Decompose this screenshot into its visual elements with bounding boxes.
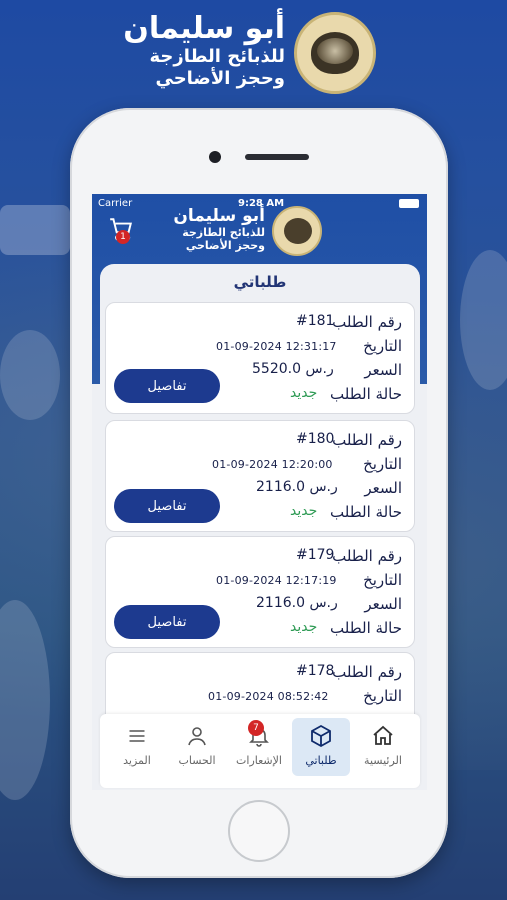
date-label: التاريخ <box>363 337 402 355</box>
app-title-line2: للذبائح الطازجة <box>182 226 265 239</box>
page-title: طلباتي <box>233 273 287 291</box>
tab-orders-label: طلباتي <box>305 754 337 767</box>
date-label: التاريخ <box>363 455 402 473</box>
order-number: #178 <box>296 663 335 679</box>
order-status: جديد <box>290 503 318 519</box>
cart-button[interactable]: 1 <box>108 216 134 244</box>
order-status: جديد <box>290 619 318 635</box>
cart-badge: 1 <box>116 230 130 244</box>
order-number: #181 <box>296 313 335 329</box>
app-title: أبو سليمان للذبائح الطازجة وحجز الأضاحي <box>173 206 265 252</box>
tab-home[interactable]: الرئيسية <box>354 718 412 776</box>
brand-title: أبو سليمان للذبائح الطازجة وحجز الأضاحي <box>123 14 285 88</box>
brand-title-line1: أبو سليمان <box>123 11 285 46</box>
tab-more[interactable]: المزيد <box>108 718 166 776</box>
tab-more-label: المزيد <box>123 754 151 767</box>
order-card[interactable]: رقم الطلب #178 التاريخ 01-09-2024 08:52:… <box>105 652 415 714</box>
price-label: السعر <box>364 595 402 613</box>
order-price: 2116.0 ر.س <box>256 479 338 495</box>
brand-logo <box>294 12 376 94</box>
brand-title-line2: للذبائح الطازجة <box>149 46 286 67</box>
date-label: التاريخ <box>363 571 402 589</box>
status-label: حالة الطلب <box>330 503 402 521</box>
app-title-line1: أبو سليمان <box>173 206 265 226</box>
menu-icon <box>125 724 149 748</box>
background-sheep <box>0 330 60 420</box>
home-icon <box>371 724 395 748</box>
order-number-label: رقم الطلب <box>332 313 402 331</box>
details-button[interactable]: تفاصيل <box>114 369 220 403</box>
order-status: جديد <box>290 385 318 401</box>
tab-notifications-label: الإشعارات <box>236 754 282 767</box>
details-button[interactable]: تفاصيل <box>114 489 220 523</box>
details-button[interactable]: تفاصيل <box>114 605 220 639</box>
order-number: #179 <box>296 547 335 563</box>
order-number-label: رقم الطلب <box>332 663 402 681</box>
order-price: 5520.0 ر.س <box>252 361 334 377</box>
order-number-label: رقم الطلب <box>332 431 402 449</box>
bottom-tabbar: الرئيسية طلباتي 7 الإشعارات الحساب المزي… <box>100 714 420 788</box>
tab-account[interactable]: الحساب <box>168 718 226 776</box>
tab-home-label: الرئيسية <box>364 754 402 767</box>
battery-icon <box>399 199 419 208</box>
home-button[interactable] <box>228 800 290 862</box>
earpiece-speaker <box>245 154 309 160</box>
order-date: 01-09-2024 08:52:42 <box>208 690 329 703</box>
order-number: #180 <box>296 431 335 447</box>
box-icon <box>309 724 333 748</box>
brand-title-line3: وحجز الأضاحي <box>155 68 285 89</box>
tab-account-label: الحساب <box>178 754 216 767</box>
order-date: 01-09-2024 12:20:00 <box>212 458 333 471</box>
date-label: التاريخ <box>363 687 402 705</box>
price-label: السعر <box>364 361 402 379</box>
app-title-line3: وحجز الأضاحي <box>185 239 265 252</box>
tab-notifications[interactable]: 7 الإشعارات <box>230 718 288 776</box>
order-card[interactable]: رقم الطلب #179 التاريخ 01-09-2024 12:17:… <box>105 536 415 648</box>
price-label: السعر <box>364 479 402 497</box>
orders-panel: طلباتي رقم الطلب #181 التاريخ 01-09-2024… <box>100 264 420 714</box>
notifications-badge: 7 <box>248 720 264 736</box>
order-card[interactable]: رقم الطلب #181 التاريخ 01-09-2024 12:31:… <box>105 302 415 414</box>
person-icon <box>185 724 209 748</box>
tab-orders[interactable]: طلباتي <box>292 718 350 776</box>
order-card[interactable]: رقم الطلب #180 التاريخ 01-09-2024 12:20:… <box>105 420 415 532</box>
app-logo <box>272 206 322 256</box>
front-camera <box>209 151 221 163</box>
app-screen: Carrier 9:28 AM أبو سليمان للذبائح الطاز… <box>92 194 427 790</box>
status-label: حالة الطلب <box>330 619 402 637</box>
order-number-label: رقم الطلب <box>332 547 402 565</box>
order-date: 01-09-2024 12:31:17 <box>216 340 337 353</box>
carrier-label: Carrier <box>98 198 133 209</box>
status-label: حالة الطلب <box>330 385 402 403</box>
order-date: 01-09-2024 12:17:19 <box>216 574 337 587</box>
background-truck <box>0 205 70 255</box>
order-price: 2116.0 ر.س <box>256 595 338 611</box>
